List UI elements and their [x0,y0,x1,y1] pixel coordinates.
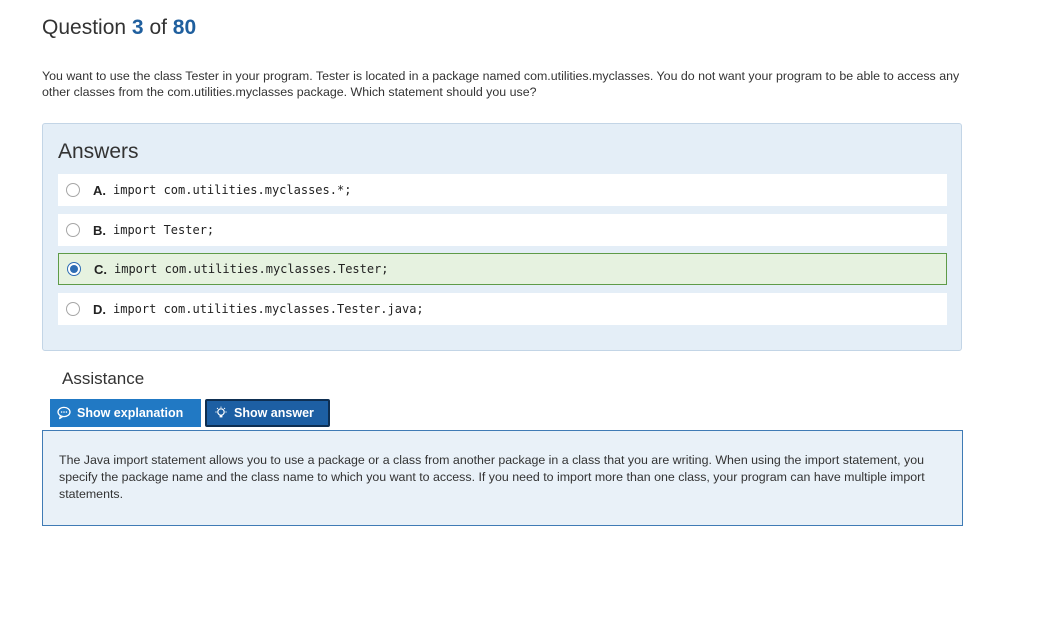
radio-button-a[interactable] [66,183,80,197]
question-total: 80 [172,16,197,39]
show-explanation-label: Show explanation [77,406,184,420]
option-code: import com.utilities.myclasses.Tester.ja… [113,302,424,316]
explanation-panel: The Java import statement allows you to … [42,430,963,526]
option-code: import com.utilities.myclasses.*; [113,183,352,197]
answer-option-d[interactable]: D. import com.utilities.myclasses.Tester… [58,293,947,325]
radio-button-d[interactable] [66,302,80,316]
answers-title: Answers [58,140,139,163]
option-code: import Tester; [113,223,215,237]
question-text: You want to use the class Tester in your… [42,69,960,99]
radio-button-c[interactable] [67,262,81,276]
option-code: import com.utilities.myclasses.Tester; [114,262,389,276]
option-letter: B. [93,222,106,238]
option-letter: C. [94,261,107,277]
explanation-text: The Java import statement allows you to … [59,453,925,501]
question-prefix: Question [42,16,127,39]
answer-option-a[interactable]: A. import com.utilities.myclasses.*; [58,174,947,206]
question-header: Question 3 of 80 [42,16,196,40]
lightbulb-icon [214,406,228,420]
question-of-label: of [149,16,167,39]
speech-bubble-icon [57,406,71,420]
option-letter: D. [93,301,106,317]
show-answer-label: Show answer [234,406,314,420]
show-answer-button[interactable]: Show answer [205,399,330,427]
answers-panel: Answers A. import com.utilities.myclasse… [42,123,962,351]
show-explanation-button[interactable]: Show explanation [50,399,201,427]
question-number: 3 [131,16,144,39]
option-letter: A. [93,182,106,198]
radio-button-b[interactable] [66,223,80,237]
assistance-title: Assistance [62,369,145,388]
answer-option-c[interactable]: C. import com.utilities.myclasses.Tester… [58,253,947,285]
answer-option-b[interactable]: B. import Tester; [58,214,947,246]
